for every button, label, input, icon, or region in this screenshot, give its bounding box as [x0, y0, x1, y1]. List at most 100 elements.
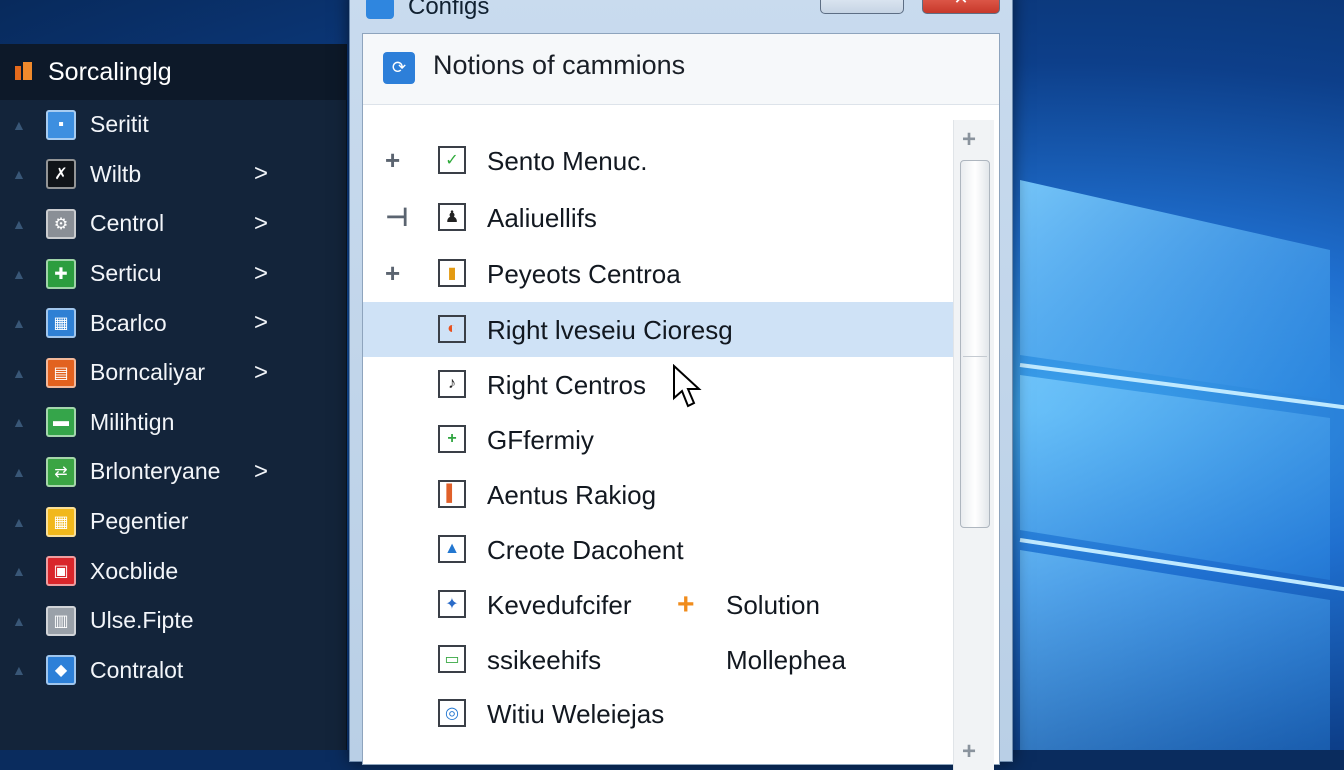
sidebar-item[interactable]: ▲ ▦ Pegentier — [0, 497, 346, 547]
list-item-secondary-label[interactable]: Solution — [726, 590, 820, 621]
sidebar-item-label: Borncaliyar — [90, 359, 206, 386]
scroll-up-icon[interactable]: + — [962, 126, 976, 154]
dialog-heading: Notions of cammions — [433, 50, 686, 80]
orange-grid-icon: ▤ — [46, 357, 76, 388]
list-item-label: Peyeots Centroa — [487, 259, 681, 289]
user-icon: ♟ — [438, 203, 466, 231]
plus-icon[interactable]: + — [677, 588, 695, 622]
sidebar-item[interactable]: ▲ ▣ Xocblide — [0, 546, 346, 596]
edit-icon: ♪ — [438, 370, 466, 398]
sidebar-item-label: Wiltb — [90, 160, 142, 187]
pin-icon: ▲ — [12, 563, 26, 580]
gray-box-icon: ▥ — [46, 605, 76, 636]
pin-icon: ▲ — [12, 116, 26, 133]
window-titlebar[interactable]: Configs ✕ — [350, 0, 1012, 31]
pin-icon: ▲ — [12, 414, 26, 431]
dialog-header: ⟳ Notions of cammions — [363, 34, 999, 105]
document-icon: ▪ — [46, 109, 76, 140]
window-title: Configs — [408, 0, 490, 20]
list-item[interactable]: ▲ Creote Dacohent — [363, 522, 953, 577]
shield-icon: ◆ — [46, 655, 76, 686]
list-item[interactable]: ◐ Right lveseiu Cioresg — [363, 302, 953, 357]
chevron-right-icon[interactable]: > — [254, 210, 268, 238]
sidebar-item-label: Ulse.Fipte — [90, 607, 194, 634]
sidebar-item-label: Serticu — [90, 260, 162, 287]
list-item[interactable]: ✦ Kevedufcifer + Solution — [363, 577, 953, 632]
list-item-label: ssikeehifs — [487, 645, 602, 675]
scrollbar-thumb[interactable] — [960, 160, 990, 528]
green-square-icon: ▬ — [46, 407, 76, 438]
sidebar-header: Sorcalinglg — [0, 44, 346, 100]
options-list: + ✓ Sento Menuc. ⊣ ♟ Aaliuellifs + ▮ Peyeots Cen… — [363, 106, 953, 766]
chevron-right-icon[interactable]: > — [254, 160, 268, 188]
chevron-right-icon[interactable]: > — [254, 458, 268, 486]
triangle-icon: ▲ — [438, 535, 466, 563]
person-icon: ✗ — [46, 159, 76, 190]
sidebar-list: ▲ ▪ Seritit ▲ ✗ Wiltb > ▲ ⚙ Centrol > ▲ ✚ Serticu > ▲ ▦ B… — [0, 100, 346, 695]
pin-icon: ▲ — [12, 513, 26, 530]
pin-icon: ▲ — [12, 315, 26, 332]
checkbox-checked-icon: ✓ — [438, 146, 466, 174]
close-button[interactable]: ✕ — [922, 0, 1000, 14]
sidebar-item-label: Xocblide — [90, 557, 179, 584]
sidebar-item[interactable]: ▲ ▬ Milihtign — [0, 398, 346, 448]
list-item-label: Creote Dacohent — [487, 535, 684, 565]
sidebar-item[interactable]: ▲ ◆ Contralot — [0, 646, 346, 696]
sidebar-item-label: Pegentier — [90, 508, 189, 535]
list-item-label: GFfermiy — [487, 425, 594, 455]
app-logo-icon — [14, 62, 34, 82]
chevron-right-icon[interactable]: > — [254, 359, 268, 387]
expander-icon[interactable]: + — [385, 258, 400, 289]
list-item-label: Right lveseiu Cioresg — [487, 315, 733, 345]
sidebar-title: Sorcalinglg — [48, 57, 172, 86]
pin-icon: ▲ — [12, 463, 26, 480]
sidebar-item-label: Contralot — [90, 656, 184, 683]
red-box-icon: ▣ — [46, 556, 76, 587]
yellow-grid-icon: ▦ — [46, 506, 76, 537]
pin-icon: ▲ — [12, 265, 26, 282]
expander-icon[interactable]: + — [385, 145, 400, 176]
sidebar-item-label: Brlonteryane — [90, 458, 221, 485]
disc-icon: ◐ — [438, 315, 466, 343]
pin-icon: ▲ — [12, 364, 26, 381]
orange-box-icon: ▌ — [438, 480, 466, 508]
mouse-cursor-icon — [673, 364, 702, 408]
sidebar-item[interactable]: ▲ ▦ Bcarlco > — [0, 298, 346, 348]
minimize-button[interactable] — [820, 0, 904, 14]
list-item[interactable]: ◎ Witiu Weleiejas — [363, 686, 953, 741]
pin-icon: ▲ — [12, 215, 26, 232]
yellow-doc-icon: ▮ — [438, 259, 466, 287]
sidebar-item[interactable]: ▲ ⚙ Centrol > — [0, 199, 346, 249]
list-item-label: Kevedufcifer — [487, 590, 632, 620]
list-item-label: Aaliuellifs — [487, 203, 597, 233]
chevron-right-icon[interactable]: > — [254, 260, 268, 288]
list-item-label: Right Centros — [487, 370, 646, 400]
scroll-down-icon[interactable]: + — [962, 738, 976, 766]
pin-icon: ▲ — [12, 612, 26, 629]
list-item-label: Aentus Rakiog — [487, 480, 657, 510]
vertical-scrollbar[interactable]: + + — [953, 120, 994, 770]
list-item[interactable]: + ▮ Peyeots Centroa — [363, 246, 953, 301]
sidebar-item[interactable]: ▲ ⇄ Brlonteryane > — [0, 447, 346, 497]
list-item[interactable]: ▌ Aentus Rakiog — [363, 467, 953, 522]
list-item[interactable]: + ✓ Sento Menuc. — [363, 133, 953, 188]
sidebar-item[interactable]: ▲ ▪ Seritit — [0, 100, 346, 150]
bird-icon: ✦ — [438, 590, 466, 618]
list-item[interactable]: + GFfermiy — [363, 412, 953, 467]
grid-icon: ▦ — [46, 308, 76, 339]
chevron-right-icon[interactable]: > — [254, 309, 268, 337]
list-item-label: Witiu Weleiejas — [487, 699, 665, 729]
pin-icon: ▲ — [12, 166, 26, 183]
list-item-secondary-label[interactable]: Mollephea — [726, 645, 846, 676]
header-settings-icon: ⟳ — [383, 52, 415, 84]
list-item[interactable]: ▭ ssikeehifs Mollephea — [363, 632, 953, 687]
expander-icon[interactable]: ⊣ — [385, 202, 409, 233]
list-item[interactable]: ♪ Right Centros — [363, 357, 953, 412]
network-icon: ✚ — [46, 258, 76, 289]
sidebar-item[interactable]: ▲ ✚ Serticu > — [0, 249, 346, 299]
sidebar-item[interactable]: ▲ ▤ Borncaliyar > — [0, 348, 346, 398]
list-item[interactable]: ⊣ ♟ Aaliuellifs — [363, 190, 953, 245]
green-frame-icon: ⇄ — [46, 456, 76, 487]
sidebar-item[interactable]: ▲ ▥ Ulse.Fipte — [0, 596, 346, 646]
sidebar-item[interactable]: ▲ ✗ Wiltb > — [0, 150, 346, 200]
